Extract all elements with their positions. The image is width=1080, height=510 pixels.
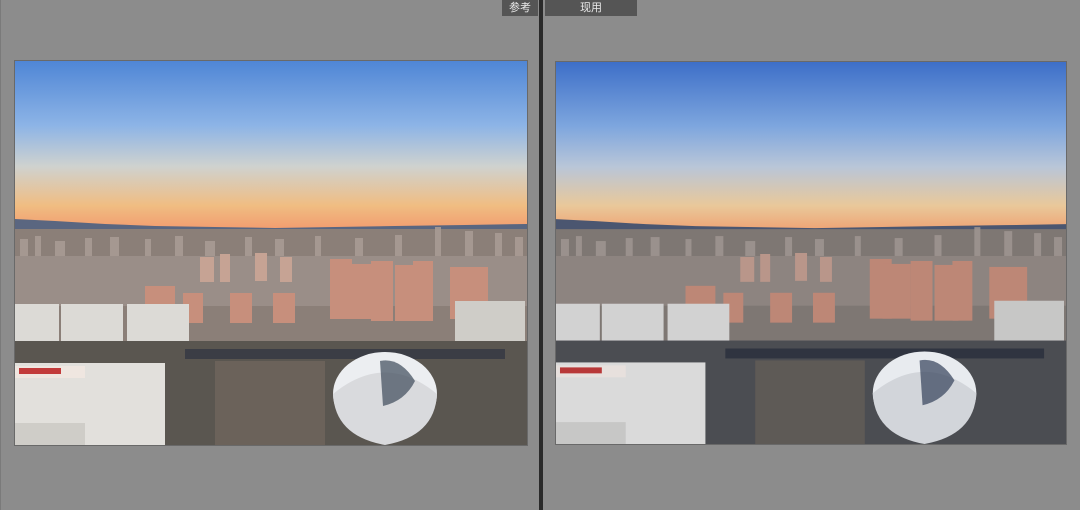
current-panel	[543, 0, 1080, 510]
tab-current[interactable]: 现用	[545, 0, 637, 16]
tab-reference[interactable]: 参考	[502, 0, 538, 16]
reference-photo	[15, 61, 527, 445]
current-cityscape-image	[556, 62, 1066, 444]
reference-panel	[0, 0, 539, 510]
current-photo	[556, 62, 1066, 444]
reference-cityscape-image	[15, 61, 527, 445]
